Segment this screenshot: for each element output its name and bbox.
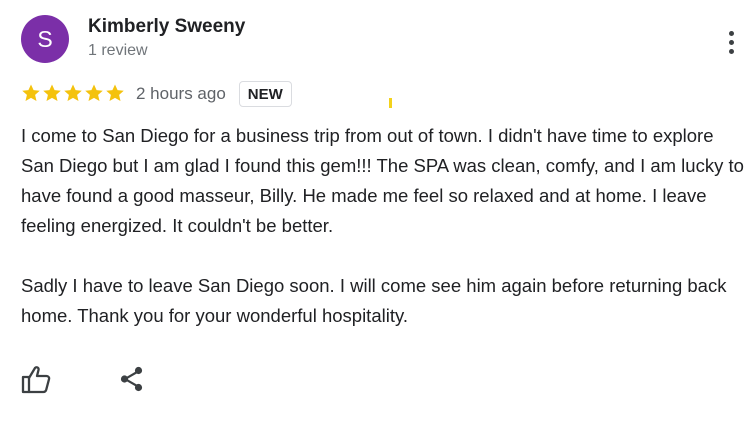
share-button[interactable] xyxy=(117,364,147,394)
review-time: 2 hours ago xyxy=(136,84,226,103)
like-button[interactable] xyxy=(20,364,52,394)
star-icon xyxy=(22,84,40,101)
more-vert-icon xyxy=(728,30,734,36)
avatar[interactable]: S xyxy=(21,15,69,63)
thumb-up-icon xyxy=(21,366,51,394)
rating-row: 2 hours ago NEW xyxy=(21,80,292,108)
star-icon xyxy=(106,84,124,101)
more-options-button[interactable] xyxy=(716,22,746,62)
author-name[interactable]: Kimberly Sweeny xyxy=(88,16,245,38)
star-icon xyxy=(43,84,61,101)
cursor-marker xyxy=(389,98,392,108)
review-paragraph: I come to San Diego for a business trip … xyxy=(21,125,744,236)
review-paragraph: Sadly I have to leave San Diego soon. I … xyxy=(21,275,727,326)
star-icon xyxy=(64,84,82,101)
new-badge: NEW xyxy=(238,81,292,107)
share-icon xyxy=(120,366,143,392)
review-body: I come to San Diego for a business trip … xyxy=(21,121,746,331)
author-review-count: 1 review xyxy=(88,42,148,59)
review-card: S Kimberly Sweeny 1 review 2 hours ago N… xyxy=(0,0,750,422)
star-rating xyxy=(21,83,125,103)
more-vert-icon-dot xyxy=(728,39,734,45)
avatar-initial: S xyxy=(37,25,53,52)
star-icon xyxy=(85,84,103,101)
more-vert-icon-dot xyxy=(728,48,734,54)
